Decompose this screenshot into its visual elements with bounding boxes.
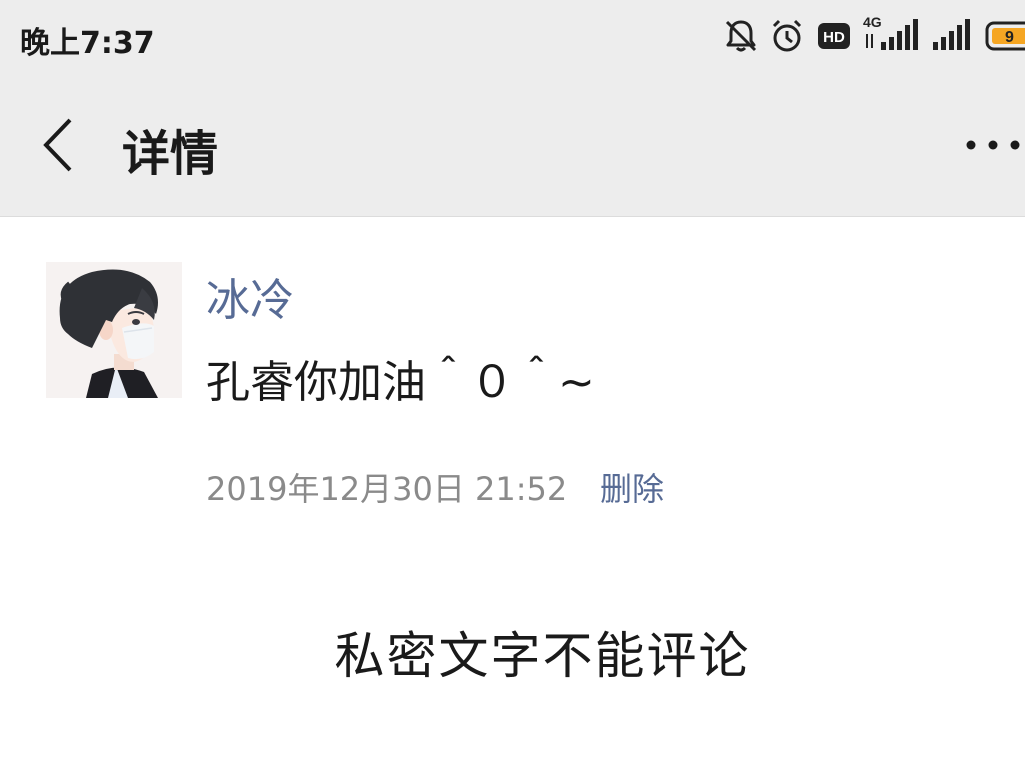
detail-screen: 晚上7:37 HD 4G 9 详情 冰冷 孔睿你加油＾０＾~ 2019年12月3… <box>0 0 1025 772</box>
signal-icon <box>933 19 970 50</box>
signal-4g-icon: 4G <box>863 14 918 50</box>
status-icons: HD 4G 9 <box>715 14 1025 58</box>
more-dots-icon[interactable] <box>961 128 1025 162</box>
username[interactable]: 冰冷 <box>206 264 294 328</box>
nav-bar: 详情 <box>0 76 1025 217</box>
delete-button[interactable]: 删除 <box>600 464 664 510</box>
post-text: 孔睿你加油＾０＾~ <box>206 357 595 408</box>
svg-text:HD: HD <box>823 29 845 46</box>
alarm-icon <box>772 19 802 52</box>
svg-text:9: 9 <box>1005 29 1014 46</box>
private-comment-notice: 私密文字不能评论 <box>334 627 751 685</box>
status-bar: 晚上7:37 HD 4G 9 <box>0 0 1025 76</box>
svg-text:4G: 4G <box>863 14 882 30</box>
hd-icon: HD <box>818 23 850 49</box>
bell-muted-icon <box>725 20 757 52</box>
avatar[interactable] <box>46 262 182 398</box>
avatar-illustration <box>46 262 182 398</box>
status-time: 晚上7:37 <box>20 26 155 61</box>
chevron-left-icon[interactable] <box>38 116 78 174</box>
post-timestamp: 2019年12月30日 21:52 <box>206 470 568 508</box>
battery-icon: 9 <box>985 21 1025 51</box>
page-title: 详情 <box>122 126 219 182</box>
